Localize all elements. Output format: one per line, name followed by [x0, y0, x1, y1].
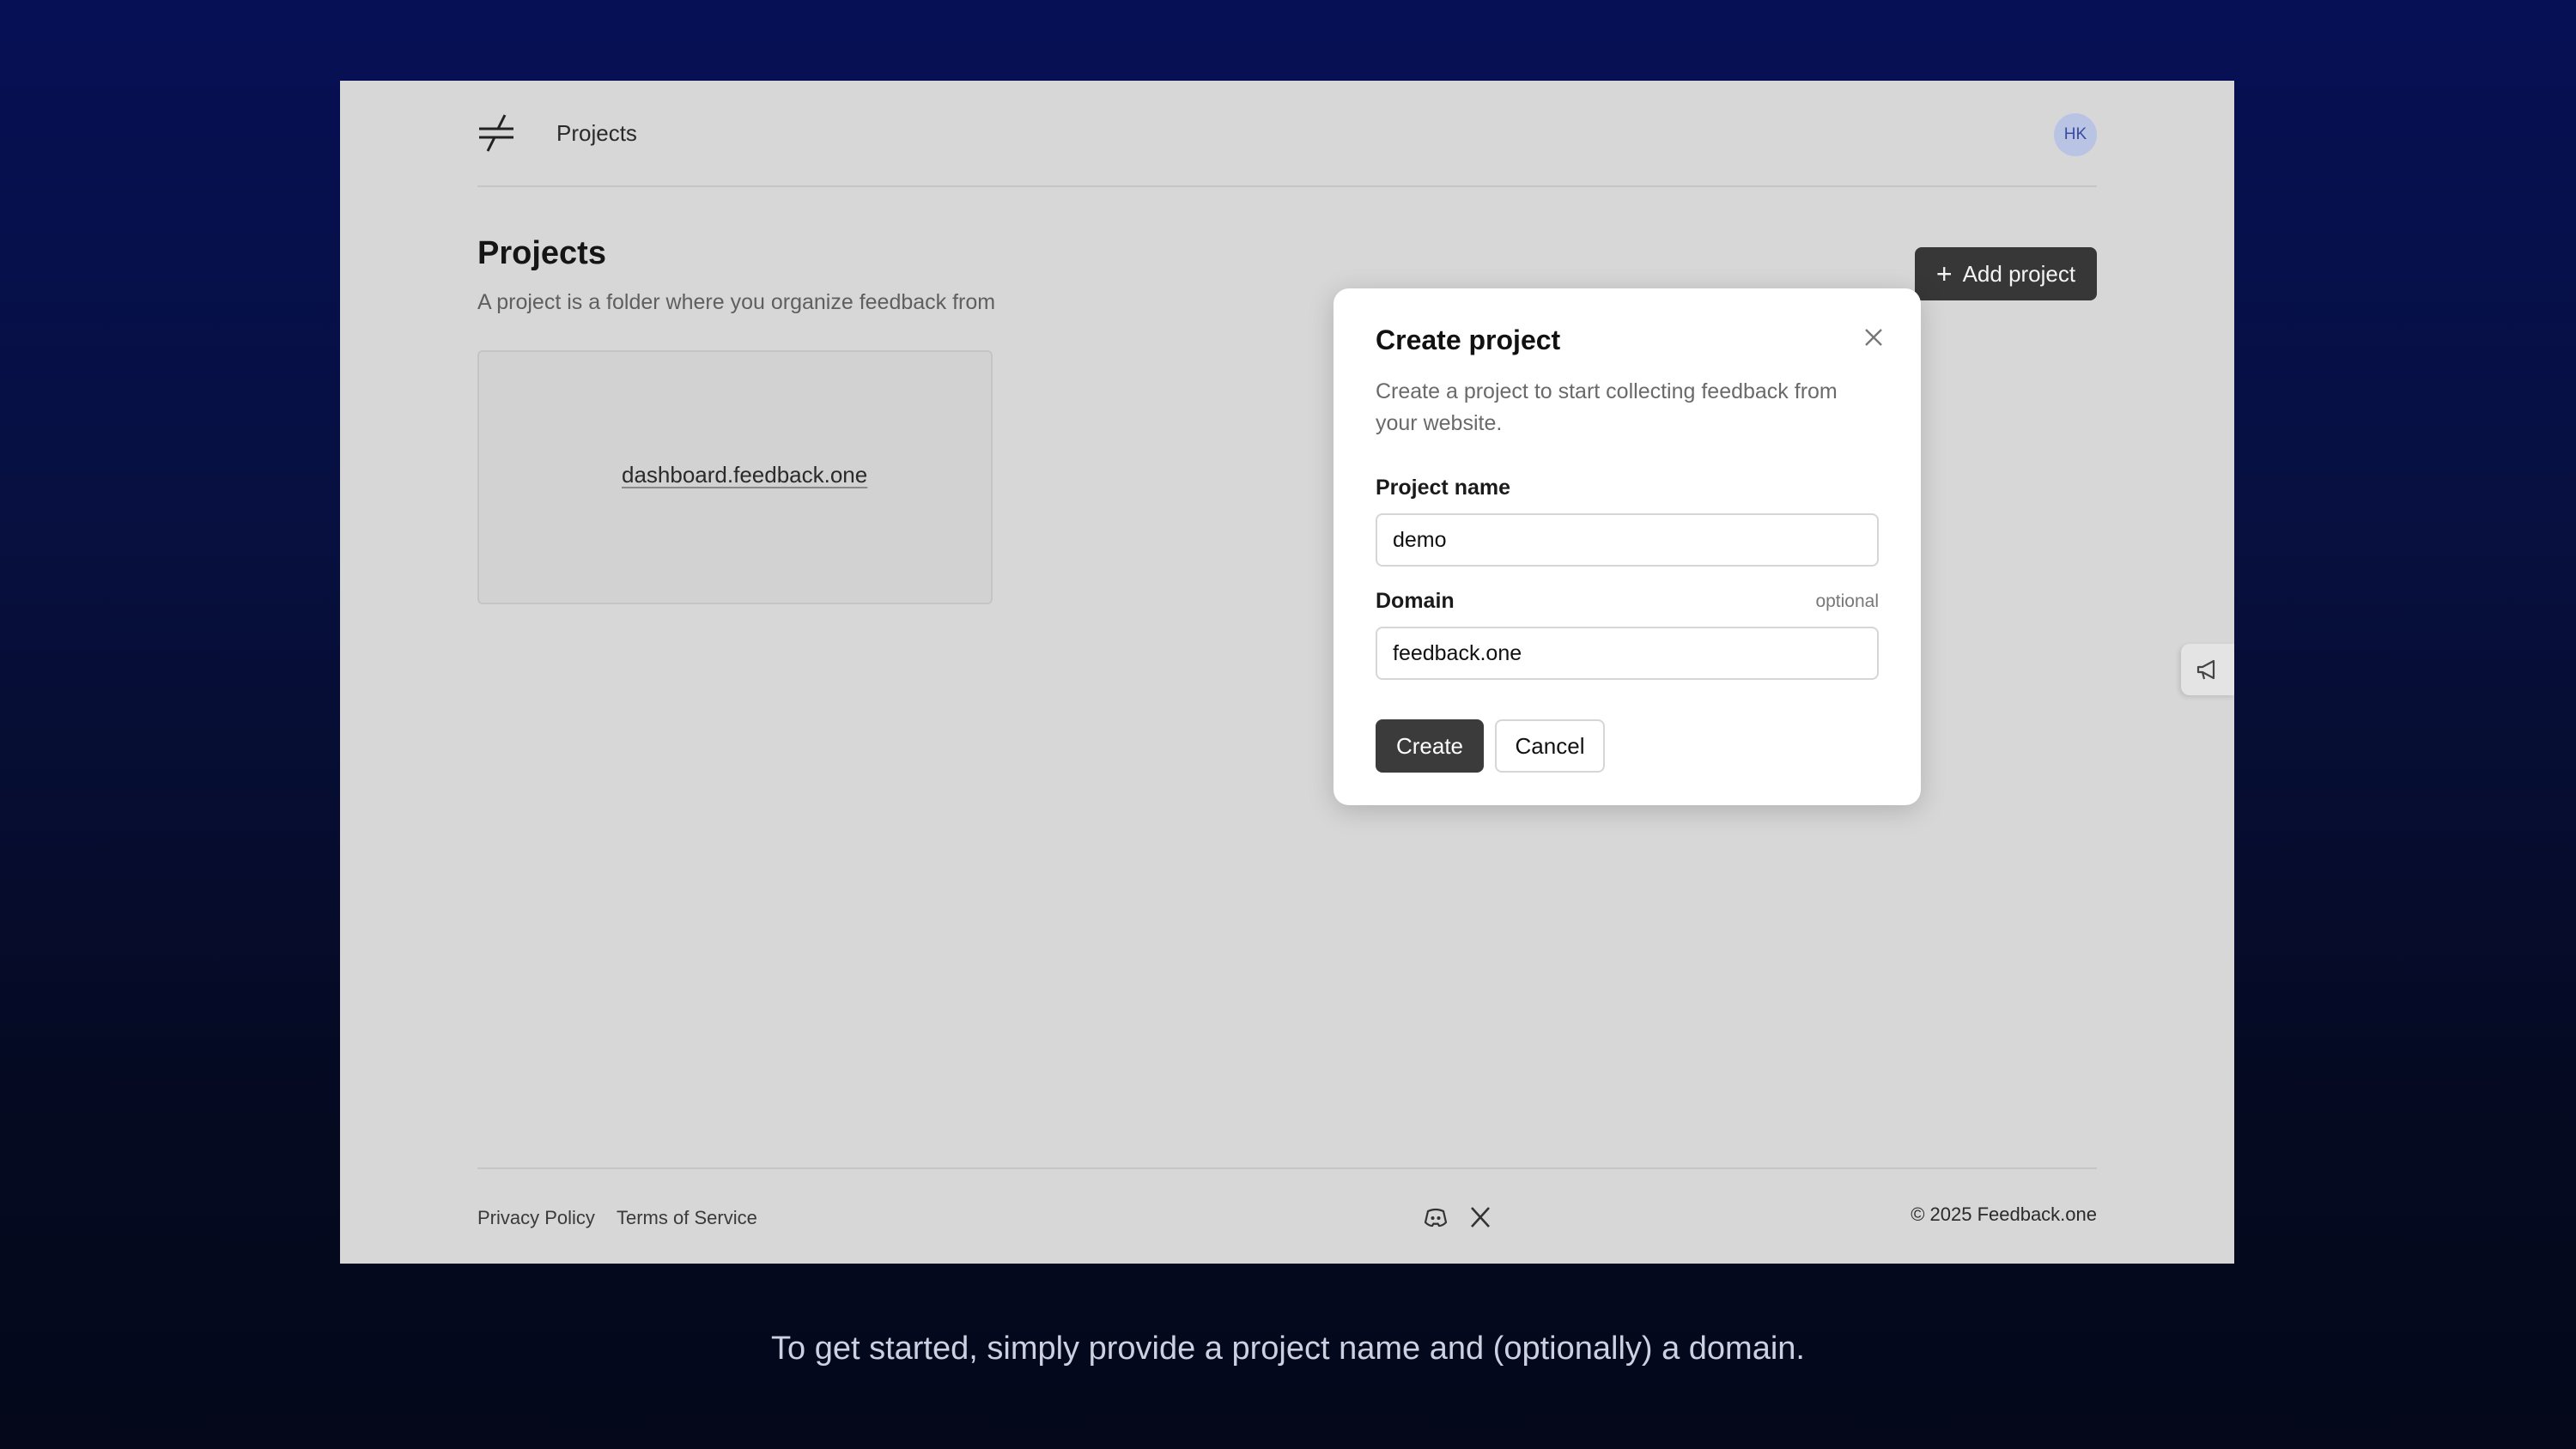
avatar[interactable]: HK [2054, 113, 2097, 156]
optional-hint: optional [1815, 591, 1879, 611]
create-project-modal: Create project Create a project to start… [1334, 288, 1921, 805]
project-domain-link[interactable]: dashboard.feedback.one [622, 462, 867, 488]
page-title: Projects [477, 235, 606, 271]
terms-of-service-link[interactable]: Terms of Service [617, 1207, 757, 1229]
app-window: Projects HK Projects A project is a fold… [340, 81, 2234, 1264]
add-project-button[interactable]: + Add project [1915, 247, 2097, 300]
nav-projects-link[interactable]: Projects [556, 120, 637, 147]
megaphone-icon [2196, 659, 2215, 680]
x-icon[interactable] [1467, 1203, 1494, 1231]
close-icon[interactable] [1861, 324, 1886, 350]
footer: Privacy Policy Terms of Service © 2025 F… [477, 1167, 2097, 1264]
privacy-policy-link[interactable]: Privacy Policy [477, 1207, 595, 1229]
cancel-button[interactable]: Cancel [1495, 719, 1605, 773]
project-name-label: Project name [1376, 476, 1511, 500]
feedback-widget-tab[interactable] [2181, 644, 2234, 695]
modal-description: Create a project to start collecting fee… [1376, 379, 1838, 435]
caption-text: To get started, simply provide a project… [771, 1331, 1805, 1367]
modal-title: Create project [1376, 324, 1561, 355]
plus-icon: + [1935, 258, 1953, 289]
add-project-label: Add project [1962, 260, 2076, 287]
top-nav: Projects HK [477, 81, 2097, 187]
project-card[interactable]: dashboard.feedback.one [477, 350, 993, 604]
create-button[interactable]: Create [1376, 719, 1484, 773]
logo-icon[interactable] [477, 112, 515, 155]
page-description: A project is a folder where you organize… [477, 290, 996, 314]
project-name-input[interactable] [1376, 513, 1879, 567]
discord-icon[interactable] [1422, 1203, 1449, 1231]
domain-input[interactable] [1376, 627, 1879, 680]
copyright-text: © 2025 Feedback.one [1911, 1203, 2097, 1225]
domain-label: Domain [1376, 589, 1455, 613]
